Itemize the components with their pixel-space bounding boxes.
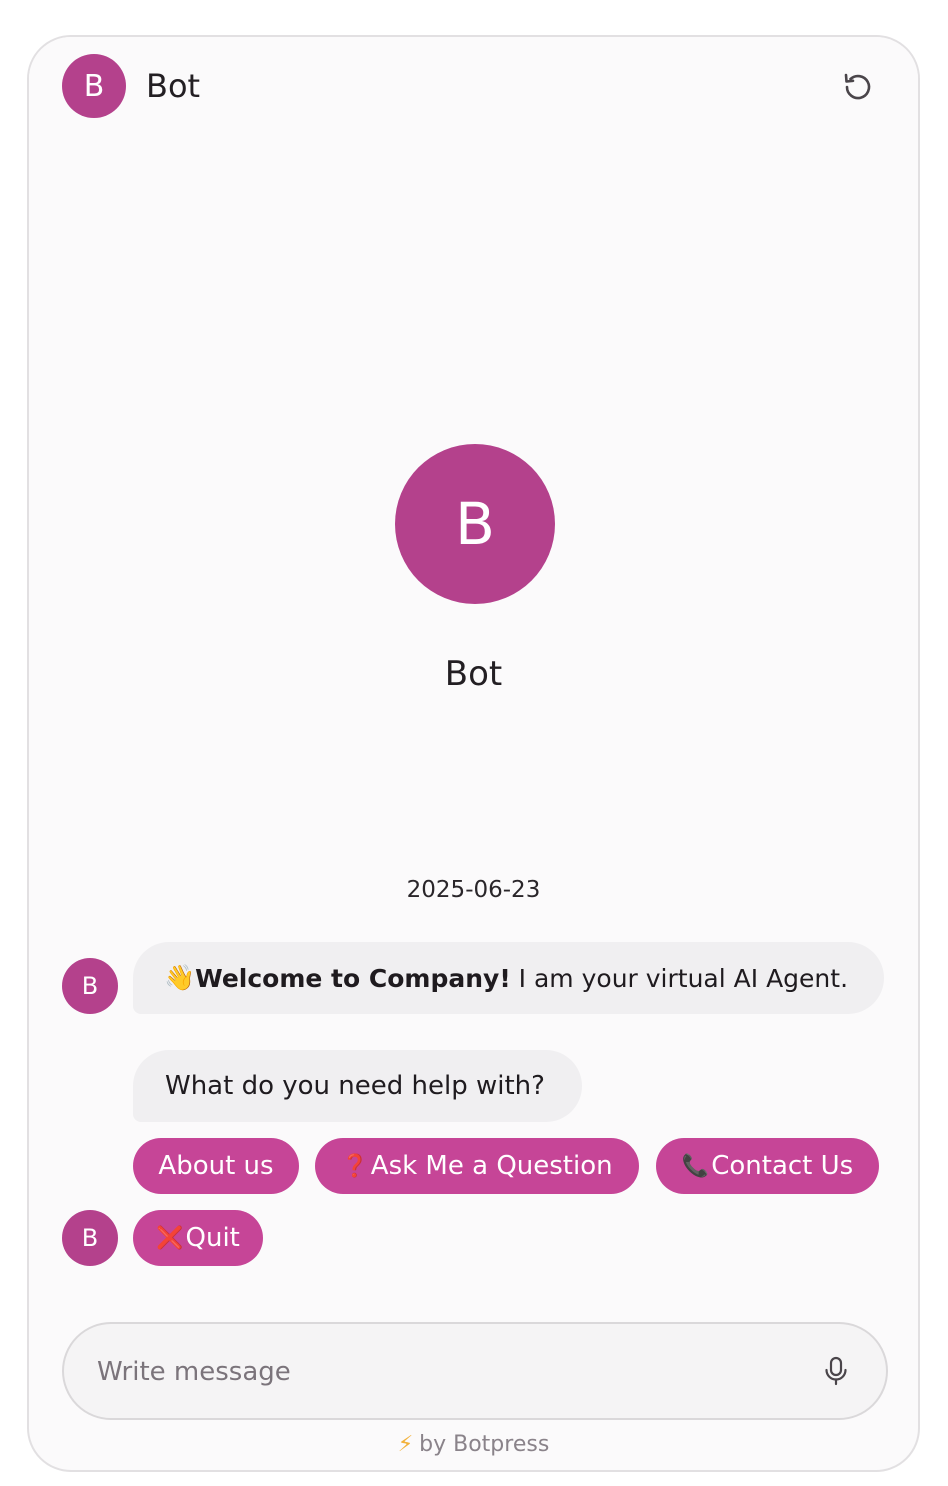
microphone-icon <box>825 1356 847 1386</box>
restart-icon <box>844 73 871 100</box>
choice-quit-label: Quit <box>185 1223 240 1253</box>
message-composer <box>62 1322 888 1420</box>
question-mark-icon: ❓ <box>341 1153 369 1179</box>
choices-avatar-initial: B <box>81 1224 99 1252</box>
wave-emoji-icon: 👋 <box>164 963 196 992</box>
restart-conversation-button[interactable] <box>838 67 878 107</box>
message-avatar: B <box>62 958 118 1014</box>
phone-icon: 📞 <box>681 1153 710 1179</box>
conversation-date: 2025-06-23 <box>406 877 541 903</box>
choice-contact-us-label: Contact Us <box>711 1151 854 1181</box>
help-question-text: What do you need help with? <box>165 1071 545 1101</box>
choice-quit-button[interactable]: ❌ Quit <box>133 1210 263 1266</box>
welcome-message-text: I am your virtual AI Agent. <box>510 963 849 993</box>
header-avatar-initial: B <box>83 68 105 104</box>
lightning-bolt-icon: ⚡ <box>397 1432 414 1457</box>
message-input[interactable] <box>95 1348 779 1396</box>
message-avatar-initial: B <box>81 972 99 1000</box>
chat-header: B Bot <box>29 37 918 137</box>
hero-avatar: B <box>395 444 555 604</box>
chat-widget: B Bot B Bot 2025-06-23 B 👋 Welcome to Com… <box>27 35 920 1472</box>
header-avatar: B <box>62 54 126 118</box>
welcome-message-bubble: 👋 Welcome to Company! I am your virtual A… <box>133 942 884 1014</box>
powered-by-footer[interactable]: ⚡ by Botpress <box>29 1432 918 1457</box>
choice-contact-us-button[interactable]: 📞 Contact Us <box>656 1138 879 1194</box>
choice-about-us-label: About us <box>158 1151 274 1181</box>
voice-input-button[interactable] <box>820 1355 852 1387</box>
powered-by-text: by Botpress <box>419 1432 550 1457</box>
choice-ask-question-label: Ask Me a Question <box>370 1151 613 1181</box>
header-bot-name: Bot <box>146 67 201 105</box>
choice-ask-question-button[interactable]: ❓ Ask Me a Question <box>315 1138 639 1194</box>
hero-avatar-initial: B <box>455 490 495 558</box>
help-question-bubble: What do you need help with? <box>133 1050 582 1122</box>
cross-mark-icon: ❌ <box>156 1225 184 1251</box>
hero-bot-name: Bot <box>444 654 503 694</box>
choices-avatar: B <box>62 1210 118 1266</box>
choice-about-us-button[interactable]: About us <box>133 1138 299 1194</box>
welcome-message-bold: Welcome to Company! <box>195 963 511 993</box>
